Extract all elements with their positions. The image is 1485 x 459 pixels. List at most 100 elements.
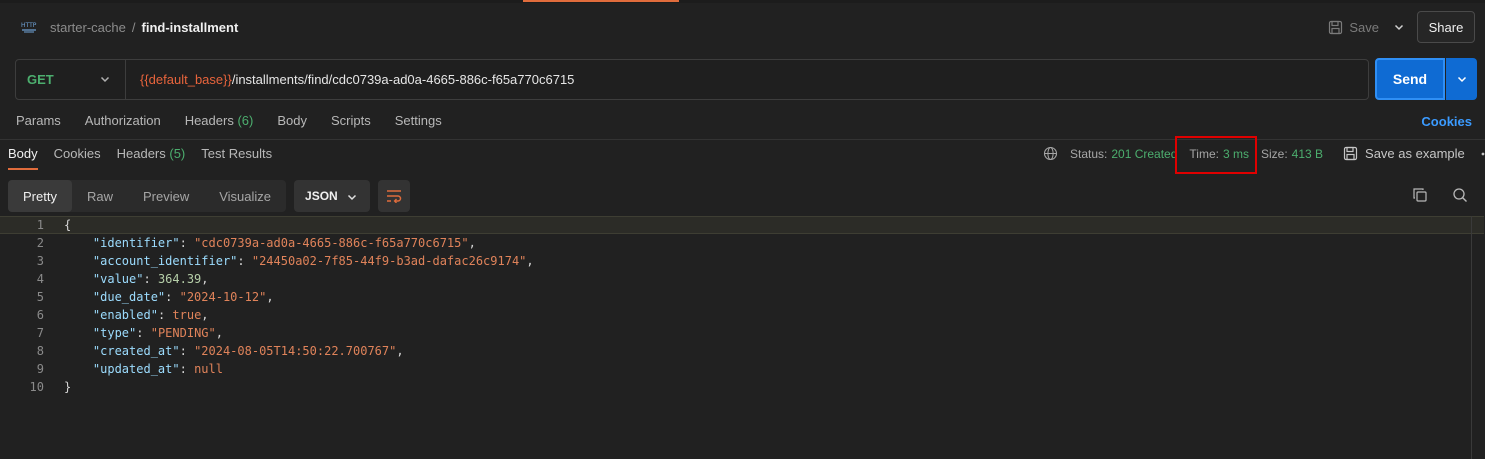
line-number: 4 xyxy=(36,272,44,286)
wrap-lines-button[interactable] xyxy=(378,180,411,212)
chevron-down-icon xyxy=(99,73,111,85)
code-line: 1{ xyxy=(0,216,1484,234)
code-text: "due_date": "2024-10-12", xyxy=(92,290,274,304)
url-path: /installments/find/cdc0739a-ad0a-4665-88… xyxy=(231,72,575,87)
url-variable: {{default_base}} xyxy=(140,72,232,87)
format-select[interactable]: JSON xyxy=(294,180,371,212)
json-value: "PENDING" xyxy=(150,326,216,340)
breadcrumb-request-name[interactable]: find-installment xyxy=(142,20,239,35)
response-meta: Status: 201 Created Time: 3 ms Size: 413… xyxy=(1043,146,1485,161)
json-value: null xyxy=(194,362,223,376)
status-value[interactable]: 201 Created xyxy=(1111,147,1177,161)
response-tabs: Body Cookies Headers (5) Test Results xyxy=(8,146,288,170)
response-body-editor[interactable]: 1{2 "identifier": "cdc0739a-ad0a-4665-88… xyxy=(0,216,1485,459)
divider xyxy=(0,139,1485,140)
more-icon[interactable] xyxy=(1481,151,1485,157)
code-text: { xyxy=(64,218,72,232)
json-key: "updated_at" xyxy=(92,362,180,376)
breadcrumb-collection[interactable]: starter-cache xyxy=(50,20,126,35)
code-text: "value": 364.39, xyxy=(92,272,209,286)
save-as-example-button[interactable]: Save as example xyxy=(1343,146,1465,161)
json-key: "type" xyxy=(92,326,137,340)
chevron-down-icon xyxy=(1457,76,1466,83)
line-number: 7 xyxy=(36,326,44,340)
title-bar: HTTP starter-cache / find-installment Sa… xyxy=(20,11,1475,43)
top-strip xyxy=(0,0,1485,3)
request-tabs: Params Authorization Headers (6) Body Sc… xyxy=(16,113,466,128)
code-line: 8 "created_at": "2024-08-05T14:50:22.700… xyxy=(0,342,1485,360)
code-line: 6 "enabled": true, xyxy=(0,306,1485,324)
size-value[interactable]: 413 B xyxy=(1292,147,1323,161)
json-value: "cdc0739a-ad0a-4665-886c-f65a770c6715" xyxy=(194,236,469,250)
response-tab-test-results[interactable]: Test Results xyxy=(201,146,272,170)
view-preview[interactable]: Preview xyxy=(128,180,204,212)
code-line: 10} xyxy=(0,378,1485,396)
cookies-link[interactable]: Cookies xyxy=(1421,114,1472,129)
share-button[interactable]: Share xyxy=(1417,11,1475,43)
code-line: 2 "identifier": "cdc0739a-ad0a-4665-886c… xyxy=(0,234,1485,252)
search-icon[interactable] xyxy=(1452,187,1468,203)
svg-text:HTTP: HTTP xyxy=(21,22,37,29)
tab-params[interactable]: Params xyxy=(16,113,61,128)
line-number: 10 xyxy=(29,380,44,394)
headers-count: (6) xyxy=(237,113,254,128)
code-text: "created_at": "2024-08-05T14:50:22.70076… xyxy=(92,344,404,358)
editor-scrollbar[interactable] xyxy=(1471,216,1472,459)
code-line: 5 "due_date": "2024-10-12", xyxy=(0,288,1485,306)
breadcrumb-separator: / xyxy=(131,19,136,35)
save-button[interactable]: Save xyxy=(1328,20,1379,35)
send-options-button[interactable] xyxy=(1446,58,1477,100)
json-value: true xyxy=(172,308,202,322)
view-visualize[interactable]: Visualize xyxy=(204,180,286,212)
title-actions: Save Share xyxy=(1328,11,1475,43)
response-view-bar: Pretty Raw Preview Visualize JSON xyxy=(8,180,411,212)
response-tab-headers[interactable]: Headers (5) xyxy=(117,146,186,170)
line-number: 2 xyxy=(36,236,44,250)
line-number: 5 xyxy=(36,290,44,304)
code-text: } xyxy=(64,380,72,394)
method-label: GET xyxy=(27,72,54,87)
tab-settings[interactable]: Settings xyxy=(395,113,442,128)
send-button[interactable]: Send xyxy=(1375,58,1445,100)
view-pretty[interactable]: Pretty xyxy=(8,180,72,212)
line-number: 8 xyxy=(36,344,44,358)
json-key: "value" xyxy=(92,272,144,286)
method-select[interactable]: GET xyxy=(16,60,126,99)
editor-tools xyxy=(1412,187,1468,203)
chevron-down-icon xyxy=(346,191,358,203)
tab-headers[interactable]: Headers (6) xyxy=(185,113,254,128)
size-label: Size: xyxy=(1260,146,1288,161)
copy-icon[interactable] xyxy=(1412,187,1428,203)
line-number: 1 xyxy=(36,218,44,232)
tab-body[interactable]: Body xyxy=(277,113,307,128)
view-mode-segment: Pretty Raw Preview Visualize xyxy=(8,180,287,212)
response-tab-body[interactable]: Body xyxy=(8,146,38,170)
tab-authorization[interactable]: Authorization xyxy=(85,113,161,128)
line-number: 9 xyxy=(36,362,44,376)
active-tab-indicator xyxy=(523,0,679,2)
code-text: "enabled": true, xyxy=(92,308,209,322)
format-label: JSON xyxy=(305,189,338,203)
json-key: "created_at" xyxy=(92,344,180,358)
globe-icon[interactable] xyxy=(1043,146,1058,161)
code-line: 7 "type": "PENDING", xyxy=(0,324,1485,342)
url-input[interactable]: {{default_base}}/installments/find/cdc07… xyxy=(126,72,574,87)
chevron-down-icon[interactable] xyxy=(1393,21,1405,33)
response-tab-cookies[interactable]: Cookies xyxy=(54,146,101,170)
code-line: 3 "account_identifier": "24450a02-7f85-4… xyxy=(0,252,1485,270)
code-line: 4 "value": 364.39, xyxy=(0,270,1485,288)
status-label: Status: xyxy=(1070,146,1108,161)
code-text: "identifier": "cdc0739a-ad0a-4665-886c-f… xyxy=(92,236,476,250)
json-key: "enabled" xyxy=(92,308,158,322)
save-icon xyxy=(1329,20,1343,34)
save-label: Save xyxy=(1349,19,1379,35)
json-value: "24450a02-7f85-44f9-b3ad-dafac26c9174" xyxy=(251,254,527,268)
json-value: "2024-08-05T14:50:22.700767" xyxy=(194,344,397,358)
response-headers-label: Headers xyxy=(116,146,166,161)
tab-scripts[interactable]: Scripts xyxy=(331,113,371,128)
wrap-icon xyxy=(387,190,402,203)
json-value: "2024-10-12" xyxy=(179,290,267,304)
view-raw[interactable]: Raw xyxy=(72,180,128,212)
tab-headers-label: Headers xyxy=(184,113,234,128)
json-key: "due_date" xyxy=(92,290,166,304)
